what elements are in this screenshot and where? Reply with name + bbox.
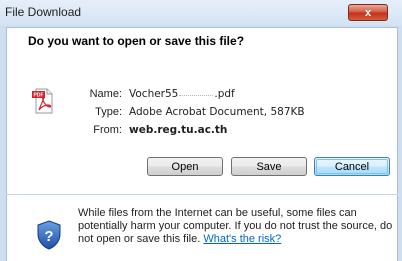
dialog-heading: Do you want to open or save this file? (28, 34, 245, 48)
save-button[interactable]: Save (231, 157, 307, 176)
pdf-badge-text: PDF (34, 93, 44, 99)
file-type-value: Adobe Acrobat Document, 587KB (129, 106, 305, 118)
risk-link[interactable]: What's the risk? (203, 233, 281, 245)
from-label: From: (93, 124, 122, 136)
file-name-prefix: Vocher55 (129, 88, 179, 100)
file-name-suffix: .pdf (214, 88, 235, 100)
warning-message: While files from the Internet can be use… (78, 207, 396, 246)
cancel-button-label: Cancel (334, 160, 370, 173)
open-button[interactable]: Open (147, 157, 223, 176)
svg-text:?: ? (44, 228, 53, 245)
open-button-label: Open (171, 160, 199, 173)
window-title: File Download (5, 5, 82, 19)
title-bar[interactable]: File Download x (0, 0, 402, 26)
redacted-segment (179, 93, 214, 96)
close-icon: x (364, 6, 372, 19)
file-name-value: Vocher55 .pdf (129, 88, 235, 100)
cancel-button[interactable]: Cancel (314, 157, 390, 176)
pdf-file-icon: PDF (32, 88, 53, 114)
file-download-dialog: File Download x Do you want to open or s… (0, 0, 402, 261)
save-button-label: Save (256, 160, 282, 173)
file-source-value: web.reg.tu.ac.th (129, 124, 228, 136)
name-label: Name: (89, 88, 122, 100)
close-button[interactable]: x (348, 4, 388, 21)
type-label: Type: (95, 106, 122, 118)
security-shield-icon: ? (37, 220, 61, 250)
